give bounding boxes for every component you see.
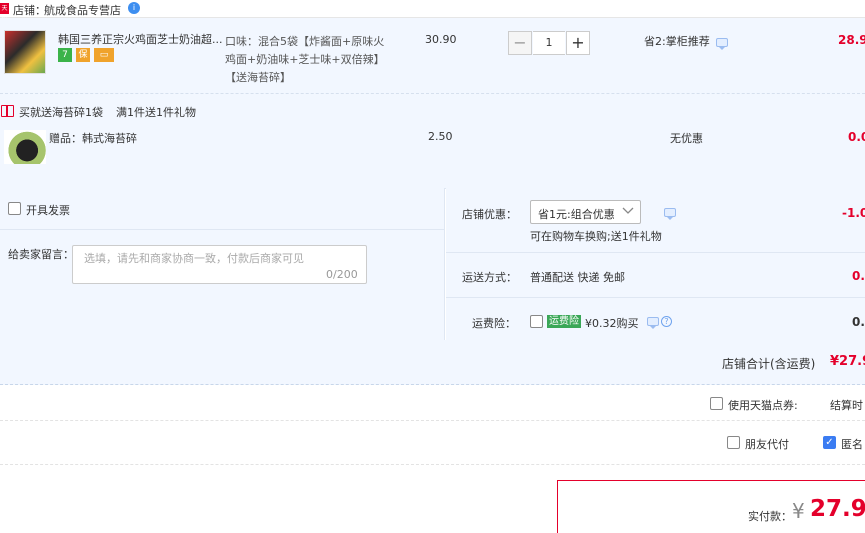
shipping-label: 运送方式： [462,271,517,284]
insurance-info-icon[interactable] [647,317,659,329]
message-counter: 0/200 [326,268,358,281]
gift-icon [1,105,14,117]
chevron-down-icon [622,207,634,214]
unit-price: 30.90 [425,33,457,46]
shipping-amount: 0. [852,269,865,283]
help-icon[interactable]: ? [661,316,672,327]
quantity-input[interactable]: 1 [533,31,565,55]
friend-pay-checkbox[interactable] [727,436,740,449]
insurance-price: ¥0.32购买 [585,317,639,330]
shop-name-link[interactable]: 航成食品专营店 [44,2,121,18]
insurance-tag: 运费险 [547,315,581,328]
insurance-amount: 0. [852,315,865,329]
card-icon: ▭ [94,48,114,62]
shipping-value: 普通配送 快递 免邮 [530,271,625,284]
gift-title: 赠品：韩式海苔碎 [49,132,137,145]
actual-payment-label: 实付款： [748,510,792,523]
guarantee-icon: 保 [76,48,90,62]
product-spec-line: 【送海苔碎】 [225,71,291,84]
friend-pay-label: 朋友代付 [745,438,789,451]
message-label: 给卖家留言： [8,248,74,261]
shop-label: 店铺： [13,4,46,17]
product-spec-line: 口味：混合5袋【炸酱面+原味火 [225,35,385,48]
gift-thumbnail [4,130,46,164]
product-thumbnail[interactable] [4,30,46,74]
seven-day-icon: 7 [58,48,72,62]
insurance-label: 运费险： [472,317,516,330]
tmall-points-settle: 结算时 [830,399,863,412]
invoice-checkbox[interactable] [8,202,21,215]
gift-subtotal: 0.0 [848,130,865,144]
invoice-label: 开具发票 [26,204,70,217]
gift-price: 2.50 [428,130,453,143]
shop-total-label: 店铺合计(含运费) [722,357,816,371]
gift-discount-text: 无优惠 [670,132,703,145]
promo-text: 买就送海苔碎1袋 [19,106,103,119]
anonymous-checkbox[interactable]: ✓ [823,436,836,449]
currency-symbol: ¥ [792,499,805,523]
shop-discount-note: 可在购物车换购;送1件礼物 [530,230,662,243]
shop-discount-selected: 省1元:组合优惠 [538,208,615,221]
item-subtotal: 28.9 [838,33,865,47]
product-title-link[interactable]: 韩国三养正宗火鸡面芝士奶油超... [58,31,223,47]
insurance-checkbox[interactable] [530,315,543,328]
divider [0,229,445,230]
tmall-points-label: 使用天猫点券: [728,399,798,412]
anonymous-label: 匿名 [841,438,863,451]
tmall-icon: 天猫 [0,3,9,23]
tmall-points-checkbox[interactable] [710,397,723,410]
shop-info-icon[interactable]: i [128,2,140,14]
shop-discount-amount: -1.0 [842,206,865,220]
actual-payment-amount: 27.90 [810,496,865,522]
item-discount-text: 省2:掌柜推荐 [644,35,710,48]
discount-info-icon[interactable] [716,38,728,50]
discount-info-icon[interactable] [664,208,676,220]
quantity-increase-button[interactable]: + [566,31,590,55]
product-row [0,18,865,94]
shop-total-amount: ¥27.9 [830,354,865,369]
quantity-decrease-button[interactable]: − [508,31,532,55]
shop-discount-label: 店铺优惠： [462,208,517,221]
product-spec-line: 鸡面+奶油味+芝士味+双倍辣】 [225,53,385,66]
message-placeholder: 选填，请先和商家协商一致，付款后商家可见 [84,252,304,265]
promo-rule: 满1件送1件礼物 [116,106,196,119]
